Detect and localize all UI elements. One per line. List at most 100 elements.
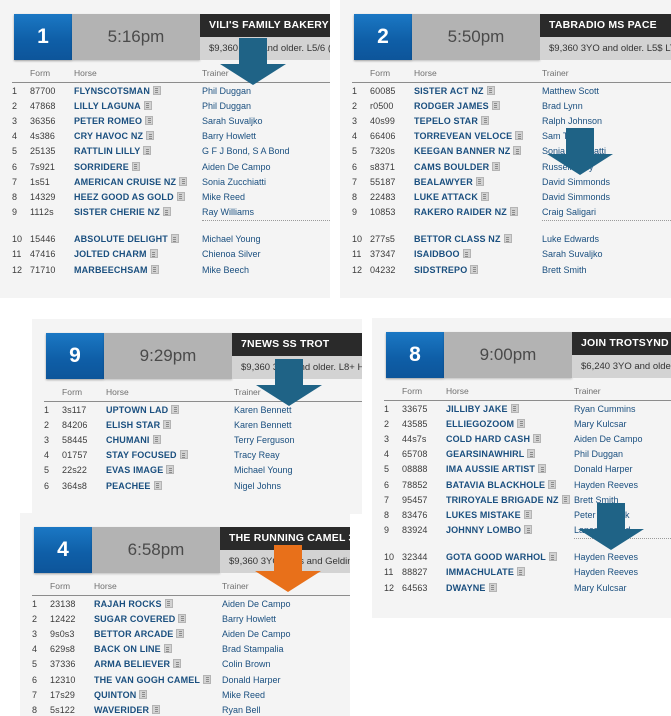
runner-trainer-link[interactable]: Matthew Scott: [542, 83, 671, 99]
horse-name-link[interactable]: RODGER JAMES: [414, 101, 489, 111]
table-row[interactable]: 5 7320s KEEGAN BANNER NZ Sonia Zucchiatti: [352, 144, 671, 159]
runner-trainer-link[interactable]: Donald Harper: [222, 672, 350, 687]
runner-trainer-link[interactable]: Ray Williams: [202, 205, 330, 221]
table-row[interactable]: 3 40s99 TEPELO STAR Ralph Johnson: [352, 113, 671, 128]
form-guide-icon[interactable]: [533, 433, 542, 443]
form-guide-icon[interactable]: [179, 450, 188, 460]
runner-trainer-link[interactable]: Brett Smith: [542, 262, 671, 277]
horse-name-link[interactable]: QUINTON: [94, 690, 136, 700]
form-guide-icon[interactable]: [152, 434, 161, 444]
horse-name-link[interactable]: GOTA GOOD WARHOL: [446, 552, 546, 562]
table-row[interactable]: 9 83924 JOHNNY LOMBO Lance Atwood: [384, 523, 671, 539]
horse-name-link[interactable]: AMERICAN CRUISE NZ: [74, 177, 176, 187]
horse-name-link[interactable]: HEEZ GOOD AS GOLD: [74, 192, 174, 202]
runner-trainer-link[interactable]: David Simmonds: [542, 189, 671, 204]
form-guide-icon[interactable]: [480, 191, 489, 201]
table-row[interactable]: 2 12422 SUGAR COVERED Barry Howlett: [32, 611, 350, 626]
form-guide-icon[interactable]: [162, 207, 171, 217]
horse-name-link[interactable]: FLYNSCOTSMAN: [74, 86, 150, 96]
table-row[interactable]: 7 17s29 QUINTON Mike Reed: [32, 687, 350, 702]
form-guide-icon[interactable]: [515, 131, 524, 141]
horse-name-link[interactable]: COLD HARD CASH: [446, 434, 530, 444]
table-row[interactable]: 1 23138 RAJAH ROCKS Aiden De Campo: [32, 596, 350, 612]
horse-name-link[interactable]: IMMACHULATE: [446, 567, 514, 577]
form-guide-icon[interactable]: [509, 207, 518, 217]
runner-trainer-link[interactable]: Hayden Reeves: [574, 477, 671, 492]
table-row[interactable]: 7 55187 BEALAWYER David Simmonds: [352, 174, 671, 189]
runner-trainer-link[interactable]: Nigel Johns: [234, 478, 362, 493]
form-guide-icon[interactable]: [513, 146, 522, 156]
race-number-badge[interactable]: 8: [386, 332, 444, 378]
form-guide-icon[interactable]: [462, 249, 471, 259]
form-guide-icon[interactable]: [538, 464, 547, 474]
form-guide-icon[interactable]: [516, 567, 525, 577]
table-row[interactable]: 4 01757 STAY FOCUSED Tracy Reay: [44, 448, 362, 463]
runner-trainer-link[interactable]: Sarah Suvaljko: [542, 247, 671, 262]
horse-name-link[interactable]: RAKERO RAIDER NZ: [414, 207, 507, 217]
horse-name-link[interactable]: ABSOLUTE DELIGHT: [74, 234, 168, 244]
form-guide-icon[interactable]: [491, 100, 500, 110]
form-guide-icon[interactable]: [170, 234, 179, 244]
table-row[interactable]: 3 44s7s COLD HARD CASH Aiden De Campo: [384, 431, 671, 446]
horse-name-link[interactable]: LUKES MISTAKE: [446, 510, 521, 520]
table-row[interactable]: 12 71710 MARBEECHSAM Mike Beech: [12, 262, 330, 277]
table-row[interactable]: 2 r0500 RODGER JAMES Brad Lynn: [352, 98, 671, 113]
horse-name-link[interactable]: DWAYNE: [446, 583, 486, 593]
table-row[interactable]: 11 88827 IMMACHULATE Hayden Reeves: [384, 565, 671, 580]
table-row[interactable]: 6 12310 THE VAN GOGH CAMEL Donald Harper: [32, 672, 350, 687]
horse-name-link[interactable]: CHUMANI: [106, 435, 150, 445]
form-guide-icon[interactable]: [163, 644, 172, 654]
horse-name-link[interactable]: TRIROYALE BRIGADE NZ: [446, 495, 559, 505]
table-row[interactable]: 7 95457 TRIROYALE BRIGADE NZ Brett Smith: [384, 492, 671, 507]
runner-trainer-link[interactable]: Ryan Bell: [222, 702, 350, 716]
horse-name-link[interactable]: SORRIDERE: [74, 162, 129, 172]
form-guide-icon[interactable]: [163, 419, 172, 429]
form-guide-icon[interactable]: [527, 449, 536, 459]
form-guide-icon[interactable]: [152, 85, 161, 95]
horse-name-link[interactable]: LILLY LAGUNA: [74, 101, 141, 111]
table-row[interactable]: 2 47868 LILLY LAGUNA Phil Duggan: [12, 98, 330, 113]
table-row[interactable]: 2 84206 ELISH STAR Karen Bennett: [44, 417, 362, 432]
form-guide-icon[interactable]: [143, 100, 152, 110]
runner-trainer-link[interactable]: Brett Smith: [574, 492, 671, 507]
table-row[interactable]: 11 47416 JOLTED CHARM Chienoa Silver: [12, 247, 330, 262]
runner-trainer-link[interactable]: Phil Duggan: [202, 98, 330, 113]
runner-trainer-link[interactable]: Sam Torre: [542, 129, 671, 144]
runner-trainer-link[interactable]: Aiden De Campo: [202, 159, 330, 174]
horse-name-link[interactable]: THE VAN GOGH CAMEL: [94, 675, 200, 685]
runner-trainer-link[interactable]: Mary Kulcsar: [574, 416, 671, 431]
form-guide-icon[interactable]: [481, 115, 489, 125]
form-guide-icon[interactable]: [145, 115, 154, 125]
horse-name-link[interactable]: RAJAH ROCKS: [94, 599, 162, 609]
form-guide-icon[interactable]: [173, 659, 182, 669]
horse-name-link[interactable]: UPTOWN LAD: [106, 405, 168, 415]
form-guide-icon[interactable]: [153, 480, 162, 490]
runner-trainer-link[interactable]: Michael Young: [234, 463, 362, 478]
table-row[interactable]: 6 s8371 CAMS BOULDER Russell Kiely: [352, 159, 671, 174]
horse-name-link[interactable]: SISTER CHERIE NZ: [74, 207, 160, 217]
form-guide-icon[interactable]: [517, 418, 526, 428]
form-guide-icon[interactable]: [131, 161, 140, 171]
form-guide-icon[interactable]: [178, 613, 187, 623]
form-guide-icon[interactable]: [150, 264, 159, 274]
runner-trainer-link[interactable]: Hayden Reeves: [574, 565, 671, 580]
horse-name-link[interactable]: PETER ROMEO: [74, 116, 142, 126]
horse-name-link[interactable]: EVAS IMAGE: [106, 465, 163, 475]
form-guide-icon[interactable]: [503, 234, 512, 244]
table-row[interactable]: 10 277s5 BETTOR CLASS NZ Luke Edwards: [352, 232, 671, 247]
horse-name-link[interactable]: GEARSINAWHIRL: [446, 449, 524, 459]
runner-trainer-link[interactable]: Phil Duggan: [202, 83, 330, 99]
form-guide-icon[interactable]: [152, 704, 161, 714]
form-guide-icon[interactable]: [548, 479, 557, 489]
runner-trainer-link[interactable]: Peter Tilbrook: [574, 507, 671, 522]
horse-name-link[interactable]: SUGAR COVERED: [94, 614, 175, 624]
race-number-badge[interactable]: 9: [46, 333, 104, 379]
table-row[interactable]: 9 1112s SISTER CHERIE NZ Ray Williams: [12, 205, 330, 221]
runner-trainer-link[interactable]: Karen Bennett: [234, 417, 362, 432]
runner-trainer-link[interactable]: Mary Kulcsar: [574, 580, 671, 595]
horse-name-link[interactable]: BATAVIA BLACKHOLE: [446, 480, 545, 490]
horse-name-link[interactable]: TEPELO STAR: [414, 116, 478, 126]
form-guide-icon[interactable]: [523, 509, 532, 519]
table-row[interactable]: 1 87700 FLYNSCOTSMAN Phil Duggan: [12, 83, 330, 99]
horse-name-link[interactable]: JOLTED CHARM: [74, 249, 147, 259]
